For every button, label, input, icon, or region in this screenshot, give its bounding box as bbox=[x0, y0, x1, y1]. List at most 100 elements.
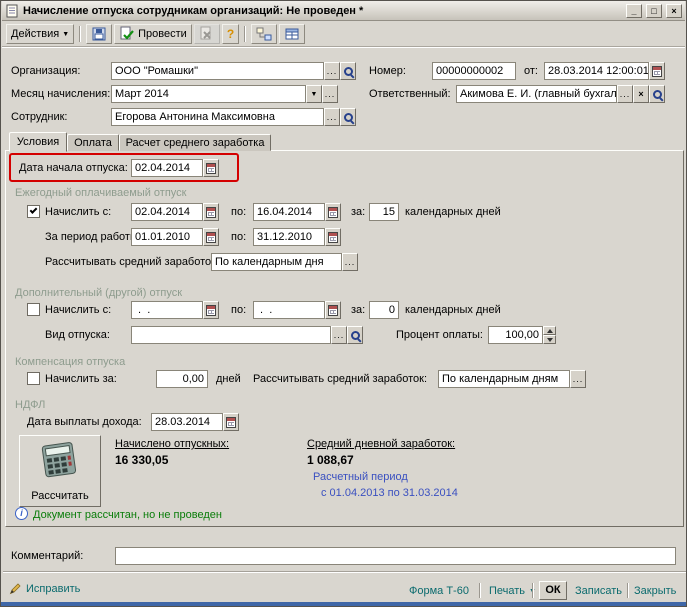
window-bottom-edge bbox=[1, 602, 686, 606]
employee-field[interactable]: Егорова Антонина Максимовна bbox=[111, 108, 324, 126]
annual-accrue-checkbox[interactable] bbox=[27, 205, 40, 218]
doc-date-field[interactable]: 28.03.2014 12:00:01 bbox=[544, 62, 649, 80]
additional-days-field[interactable]: 0 bbox=[369, 301, 399, 319]
additional-accrue-checkbox[interactable] bbox=[27, 303, 40, 316]
additional-from-calendar-button[interactable] bbox=[203, 301, 219, 319]
work-period-from-field[interactable]: 01.01.2010 bbox=[131, 228, 203, 246]
close-button[interactable]: × bbox=[666, 3, 682, 18]
footer-divider bbox=[627, 583, 629, 598]
help-button[interactable]: ? bbox=[221, 24, 240, 44]
calculate-button[interactable]: Рассчитать bbox=[19, 435, 101, 507]
annual-from-field[interactable]: 02.04.2014 bbox=[131, 203, 203, 221]
responsible-clear-button[interactable]: × bbox=[633, 85, 649, 103]
vacation-type-open-button[interactable] bbox=[347, 326, 363, 344]
fix-button[interactable]: Исправить bbox=[9, 582, 80, 595]
pay-percent-field[interactable]: 100,00 bbox=[488, 326, 543, 344]
calculator-icon bbox=[41, 442, 77, 478]
ellipsis-icon: ... bbox=[326, 112, 338, 122]
annual-avg-select-button[interactable]: ... bbox=[342, 253, 358, 271]
payout-date-field[interactable]: 28.03.2014 bbox=[151, 413, 223, 431]
compensation-days-field[interactable]: 0,00 bbox=[156, 370, 208, 388]
payout-date-label: Дата выплаты дохода: bbox=[27, 416, 142, 428]
compensation-avg-field[interactable]: По календарным дням bbox=[438, 370, 570, 388]
work-period-to-field[interactable]: 31.12.2010 bbox=[253, 228, 325, 246]
annual-accrue-label: Начислить с: bbox=[45, 206, 112, 218]
additional-to-field[interactable]: . . bbox=[253, 301, 325, 319]
annual-avg-field[interactable]: По календарным дня bbox=[211, 253, 342, 271]
additional-from-field[interactable]: . . bbox=[131, 301, 203, 319]
calc-period-link[interactable]: Расчетный период bbox=[313, 471, 408, 483]
payout-date-calendar-button[interactable] bbox=[223, 413, 239, 431]
print-label: Печать bbox=[489, 585, 526, 597]
compensation-avg-select-button[interactable]: ... bbox=[570, 370, 586, 388]
annual-to-calendar-button[interactable] bbox=[325, 203, 341, 221]
month-select-button[interactable]: ... bbox=[322, 85, 338, 103]
annual-from-calendar-button[interactable] bbox=[203, 203, 219, 221]
tab-payment[interactable]: Оплата bbox=[67, 134, 119, 151]
form-t60-button[interactable]: Форма Т-60 bbox=[409, 585, 469, 597]
organization-field[interactable]: ООО "Ромашки" bbox=[111, 62, 324, 80]
annual-days-field[interactable]: 15 bbox=[369, 203, 399, 221]
tab-conditions[interactable]: Условия bbox=[9, 132, 67, 152]
tab-avg-earnings[interactable]: Расчет среднего заработка bbox=[119, 134, 271, 151]
save-button[interactable]: Записать bbox=[575, 585, 622, 597]
ellipsis-icon: ... bbox=[344, 257, 356, 267]
compensation-checkbox[interactable] bbox=[27, 372, 40, 385]
number-field[interactable]: 00000000002 bbox=[432, 62, 516, 80]
calendar-icon bbox=[328, 231, 338, 243]
minimize-button[interactable]: _ bbox=[626, 3, 642, 18]
save-close-button[interactable] bbox=[86, 24, 113, 44]
organization-select-button[interactable]: ... bbox=[324, 62, 340, 80]
annual-for-label: за: bbox=[351, 206, 366, 218]
doc-date-calendar-button[interactable] bbox=[649, 62, 665, 80]
start-date-field[interactable]: 02.04.2014 bbox=[131, 159, 203, 177]
employee-open-button[interactable] bbox=[340, 108, 356, 126]
post-button[interactable]: Провести bbox=[114, 24, 192, 44]
vacation-type-field[interactable] bbox=[131, 326, 331, 344]
toolbar: Действия ▼ Провести ? bbox=[2, 22, 685, 47]
work-period-to-calendar-button[interactable] bbox=[325, 228, 341, 246]
responsible-label: Ответственный: bbox=[369, 88, 451, 100]
close-window-button[interactable]: Закрыть bbox=[634, 585, 676, 597]
ok-button[interactable]: ОК bbox=[539, 581, 567, 600]
magnifier-icon bbox=[652, 89, 663, 100]
calendar-icon bbox=[206, 304, 216, 316]
responsible-select-button[interactable]: ... bbox=[617, 85, 633, 103]
actions-button[interactable]: Действия ▼ bbox=[6, 24, 75, 44]
additional-to-calendar-button[interactable] bbox=[325, 301, 341, 319]
maximize-button[interactable]: □ bbox=[646, 3, 662, 18]
comment-field[interactable] bbox=[115, 547, 676, 565]
compensation-avg-label: Рассчитывать средний заработок: bbox=[253, 373, 428, 385]
vacation-type-select-button[interactable]: ... bbox=[331, 326, 347, 344]
print-button[interactable]: Печать ▼ bbox=[489, 585, 536, 597]
responsible-field[interactable]: Акимова Е. И. (главный бухгалте bbox=[456, 85, 617, 103]
responsible-open-button[interactable] bbox=[649, 85, 665, 103]
calc-period-range-link[interactable]: с 01.04.2013 по 31.03.2014 bbox=[321, 487, 458, 499]
spin-up-icon[interactable] bbox=[543, 326, 556, 335]
spin-down-icon[interactable] bbox=[543, 335, 556, 344]
annual-to-field[interactable]: 16.04.2014 bbox=[253, 203, 325, 221]
work-period-from-calendar-button[interactable] bbox=[203, 228, 219, 246]
related-info-button[interactable] bbox=[279, 24, 306, 44]
start-date-calendar-button[interactable] bbox=[203, 159, 219, 177]
month-dropdown-button[interactable]: ▼ bbox=[306, 85, 322, 103]
organization-open-button[interactable] bbox=[340, 62, 356, 80]
unpost-button[interactable] bbox=[193, 24, 220, 44]
pay-percent-spinner[interactable] bbox=[543, 326, 556, 344]
additional-days-suffix: календарных дней bbox=[405, 304, 501, 316]
organization-label: Организация: bbox=[11, 65, 81, 77]
chevron-down-icon: ▼ bbox=[62, 30, 70, 38]
ellipsis-icon: ... bbox=[619, 89, 631, 99]
calculate-label: Рассчитать bbox=[31, 490, 89, 502]
structure-button[interactable] bbox=[251, 24, 278, 44]
toolbar-separator bbox=[79, 26, 82, 42]
employee-select-button[interactable]: ... bbox=[324, 108, 340, 126]
save-icon bbox=[92, 27, 106, 41]
month-field[interactable]: Март 2014 bbox=[111, 85, 306, 103]
annual-to-label: по: bbox=[231, 206, 247, 218]
compensation-days-suffix: дней bbox=[216, 373, 241, 385]
number-label: Номер: bbox=[369, 65, 406, 77]
work-period-to-label: по: bbox=[231, 231, 247, 243]
ellipsis-icon: ... bbox=[333, 330, 345, 340]
magnifier-icon bbox=[343, 112, 354, 123]
